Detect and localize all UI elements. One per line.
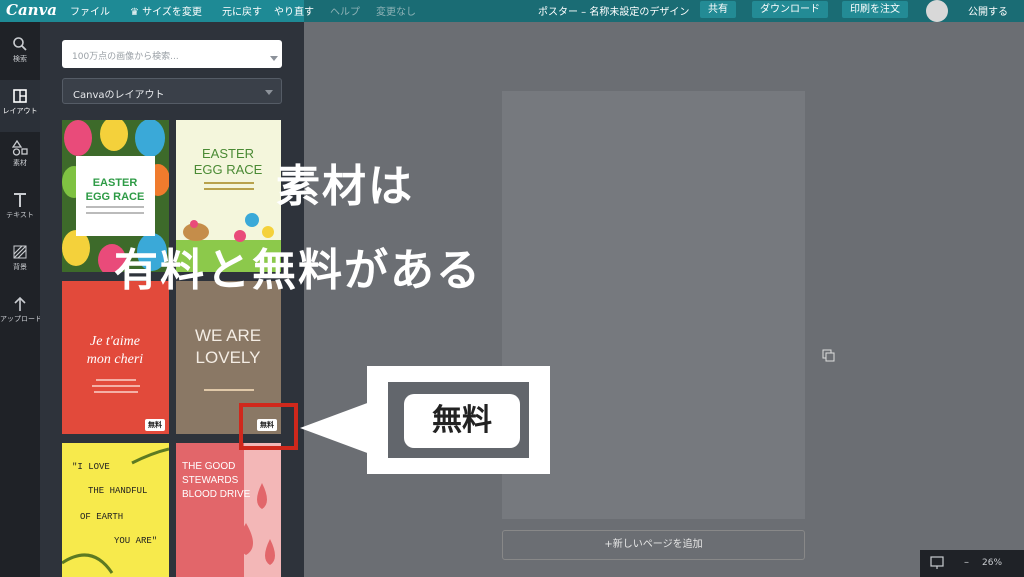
canvas-workspace: +新しいページを追加 [304,22,1024,577]
template-thumbnail[interactable]: Je t'aime mon cheri 無料 [62,281,169,434]
sidebar-item-search[interactable]: 検索 [0,28,40,80]
text-icon [14,193,26,207]
print-order-button[interactable]: 印刷を注文 [842,1,908,18]
document-title[interactable]: ポスター – 名称未設定のデザイン [538,3,689,18]
zoom-bar: – 26% [920,550,1024,577]
shapes-icon [12,140,28,156]
sidebar-item-label: レイアウト [2,107,38,115]
sidebar-item-layout[interactable]: レイアウト [0,80,40,132]
sidebar-item-text[interactable]: テキスト [0,184,40,236]
sidebar-item-label: アップロード [0,315,42,323]
canva-logo[interactable]: Canva [6,1,57,19]
callout-pointer [300,402,370,454]
save-status: 変更なし [376,7,416,18]
template-thumbnail[interactable]: THE GOOD STEWARDS BLOOD DRIVE [176,443,281,577]
template-thumbnail[interactable]: "I LOVE THE HANDFUL OF EARTH YOU ARE" [62,443,169,577]
duplicate-page-icon[interactable] [822,349,836,363]
svg-text:EASTER: EASTER [93,177,138,189]
help-menu[interactable]: ヘルプ [330,3,360,18]
resize-button[interactable]: ♛ サイズを変更 [130,3,202,18]
svg-text:EASTER: EASTER [202,146,254,161]
sidebar-rail: 検索 レイアウト 素材 テキスト 背景 アップロード [0,22,42,577]
highlight-box [239,403,298,450]
publish-button[interactable]: 公開する [968,3,1008,18]
layout-icon [13,89,27,103]
search-icon [13,37,27,51]
zoom-out-button[interactable]: – [964,557,969,568]
zoom-level: 26% [982,558,1003,568]
layout-panel: 100万点の画像から検索... Canvaのレイアウト EASTER EGG R… [40,22,304,577]
svg-text:mon cheri: mon cheri [87,352,143,367]
overlay-caption-line2: 有料と無料がある [114,245,482,296]
download-button[interactable]: ダウンロード [752,1,828,18]
sidebar-item-background[interactable]: 背景 [0,236,40,288]
sidebar-item-upload[interactable]: アップロード [0,288,42,340]
template-art: "I LOVE THE HANDFUL OF EARTH YOU ARE" [62,447,169,574]
avatar[interactable] [926,0,948,22]
svg-text:BLOOD DRIVE: BLOOD DRIVE [182,489,251,500]
callout-free-label: 無料 [404,394,520,448]
search-input[interactable]: 100万点の画像から検索... [62,40,282,68]
svg-text:OF EARTH: OF EARTH [80,512,123,522]
template-art: THE GOOD STEWARDS BLOOD DRIVE [176,443,275,577]
svg-text:Je t'aime: Je t'aime [90,334,140,349]
top-bar: Canva ファイル ♛ サイズを変更 元に戻す やり直す ヘルプ 変更なし ポ… [0,0,1024,22]
free-badge: 無料 [145,419,165,431]
upload-icon [14,296,26,311]
svg-text:"I LOVE: "I LOVE [72,462,110,472]
present-icon[interactable] [930,556,944,570]
sidebar-item-label: テキスト [6,211,34,219]
svg-text:LOVELY: LOVELY [196,348,261,367]
svg-text:EGG RACE: EGG RACE [86,191,145,203]
svg-text:YOU ARE": YOU ARE" [114,536,157,546]
svg-text:THE HANDFUL: THE HANDFUL [88,486,147,496]
chevron-down-icon [270,56,278,61]
sidebar-item-label: 検索 [13,55,27,63]
sidebar-item-label: 背景 [13,263,27,271]
add-page-button[interactable]: +新しいページを追加 [502,530,805,560]
sidebar-item-elements[interactable]: 素材 [0,132,40,184]
file-menu[interactable]: ファイル [70,3,110,18]
undo-button[interactable]: 元に戻す [222,3,262,18]
layout-select-value: Canvaのレイアウト [73,90,165,101]
svg-text:STEWARDS: STEWARDS [182,475,239,486]
svg-text:WE ARE: WE ARE [195,326,261,345]
overlay-caption-line1: 素材は [276,161,414,212]
background-icon [13,245,27,259]
sidebar-item-label: 素材 [13,159,27,167]
svg-text:EGG RACE: EGG RACE [194,162,263,177]
layout-select[interactable]: Canvaのレイアウト [62,78,282,104]
template-art: Je t'aime mon cheri [87,334,143,393]
share-button[interactable]: 共有 [700,1,736,18]
redo-button[interactable]: やり直す [274,3,314,18]
svg-text:THE GOOD: THE GOOD [182,461,235,472]
chevron-down-icon [265,90,273,95]
